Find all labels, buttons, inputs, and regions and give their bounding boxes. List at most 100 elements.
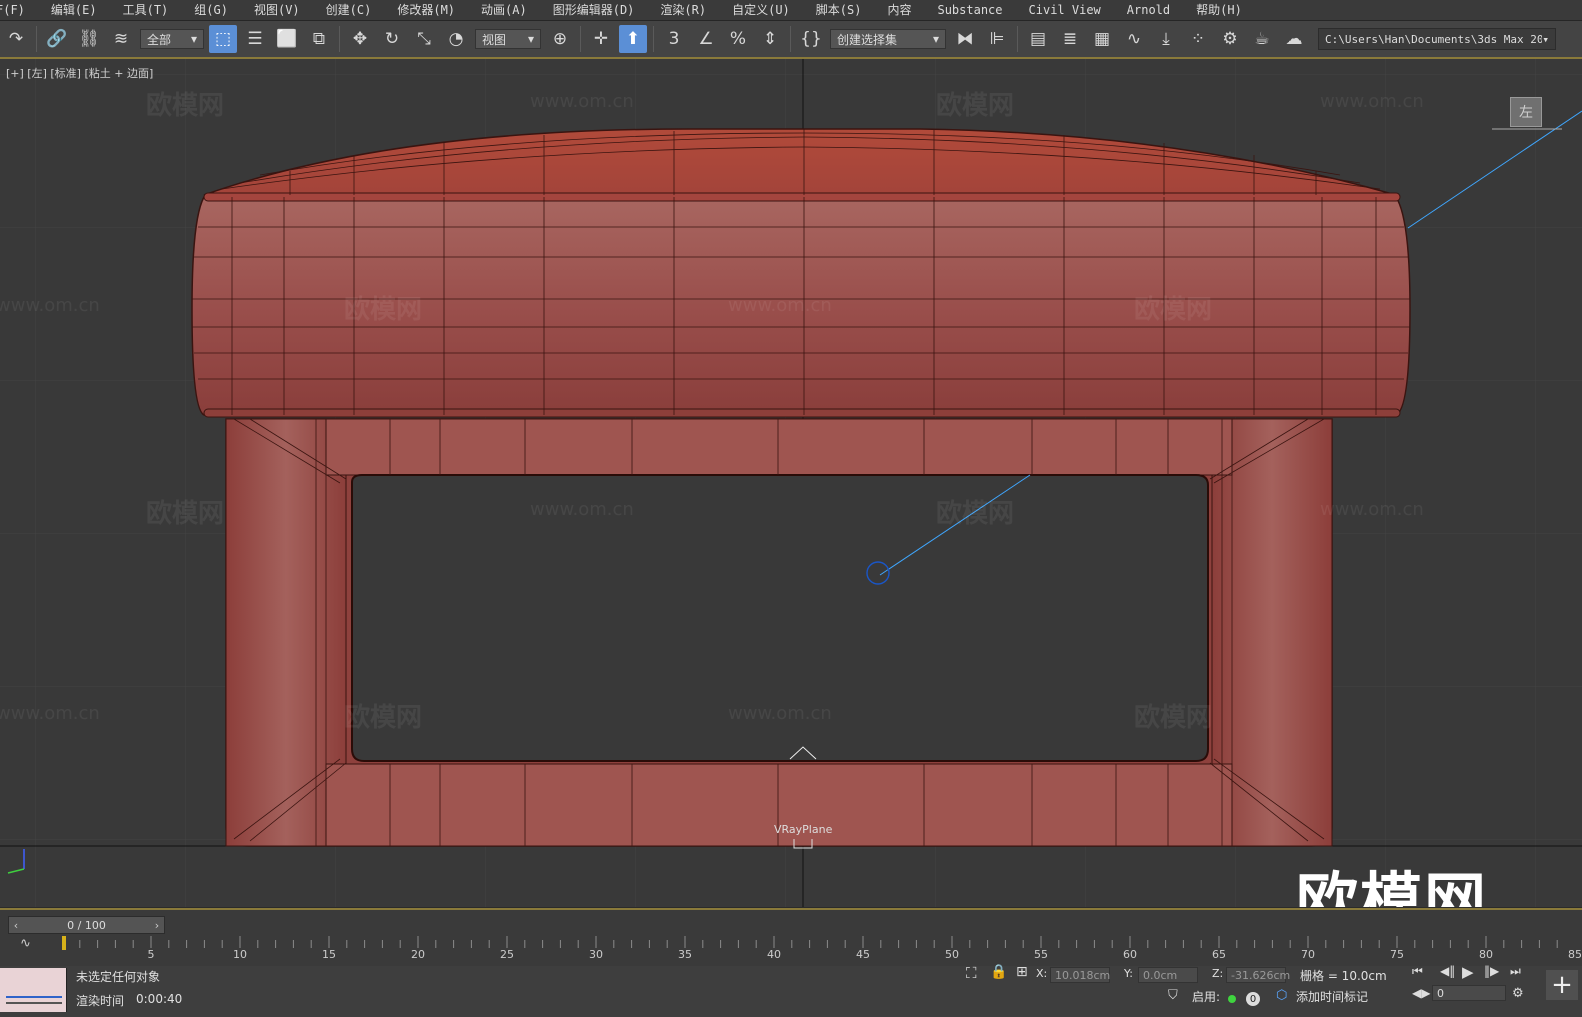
- layer-explorer-icon[interactable]: ≣: [1056, 25, 1084, 53]
- menu-item[interactable]: 编辑(E): [37, 0, 109, 20]
- watermark-logo: 欧模网: [344, 295, 423, 325]
- material-editor-icon[interactable]: ⁘: [1184, 25, 1212, 53]
- watermark-logo: 欧模网: [146, 499, 225, 529]
- add-button[interactable]: +: [1546, 970, 1578, 1000]
- schematic-view-icon[interactable]: ⤓: [1152, 25, 1180, 53]
- menu-item[interactable]: 图形编辑器(D): [539, 0, 647, 20]
- keyboard-shortcut-override-icon[interactable]: ⬆: [619, 25, 647, 53]
- goto-start-icon[interactable]: ⏮: [1412, 964, 1423, 979]
- align-icon[interactable]: ⊫: [983, 25, 1011, 53]
- time-cursor[interactable]: [62, 936, 66, 950]
- watermark-url: www.om.cn: [530, 499, 634, 520]
- menu-item[interactable]: 渲染(R): [646, 0, 718, 20]
- menu-item[interactable]: Civil View: [1015, 0, 1113, 20]
- menu-item[interactable]: 修改器(M): [383, 0, 467, 20]
- next-frame-icon[interactable]: ‖▶: [1484, 964, 1499, 978]
- curve-editor-icon[interactable]: ∿: [1120, 25, 1148, 53]
- menu-item[interactable]: F(F): [0, 0, 37, 20]
- chevron-right-icon[interactable]: ›: [150, 919, 164, 932]
- menu-item[interactable]: 帮助(H): [1182, 0, 1254, 20]
- rect-region-icon[interactable]: ⬜: [273, 25, 301, 53]
- enable-count-badge[interactable]: 0: [1246, 992, 1260, 1006]
- menu-item[interactable]: Substance: [923, 0, 1014, 20]
- frame-display: 0 / 100: [67, 918, 106, 932]
- goto-end-icon[interactable]: ⏭: [1510, 964, 1521, 979]
- viewport-canvas: [0, 59, 1582, 907]
- bind-spacewarp-icon[interactable]: ≋: [107, 25, 135, 53]
- watermark-url: www.om.cn: [530, 91, 634, 112]
- menu-item[interactable]: 组(G): [180, 0, 240, 20]
- render-icon[interactable]: ☁: [1280, 25, 1308, 53]
- mirror-icon[interactable]: ⧓: [951, 25, 979, 53]
- menu-item[interactable]: Arnold: [1113, 0, 1182, 20]
- menu-item[interactable]: 脚本(S): [802, 0, 874, 20]
- move-icon[interactable]: ✥: [346, 25, 374, 53]
- scale-icon[interactable]: ⤡: [410, 25, 438, 53]
- lock-icon[interactable]: 🔒: [990, 964, 1007, 980]
- watermark-logo: 欧模网: [1134, 703, 1213, 733]
- z-coord-field[interactable]: -31.626cm: [1226, 967, 1290, 983]
- window-crossing-icon[interactable]: ⧉: [305, 25, 333, 53]
- viewport-label[interactable]: [+] [左] [标准] [粘土 + 边面]: [6, 65, 153, 81]
- key-mode-icon[interactable]: ◀▶: [1412, 986, 1430, 1000]
- percent-snap-icon[interactable]: %: [724, 25, 752, 53]
- y-coord-field[interactable]: 0.0cm: [1138, 967, 1198, 983]
- select-manipulate-icon[interactable]: ◔: [442, 25, 470, 53]
- scene-explorer-icon[interactable]: ▤: [1024, 25, 1052, 53]
- pivot-icon[interactable]: ⊕: [546, 25, 574, 53]
- snap-toggle-icon[interactable]: 3: [660, 25, 688, 53]
- mini-curve-editor-icon[interactable]: ∿: [20, 936, 31, 951]
- angle-snap-icon[interactable]: ∠: [692, 25, 720, 53]
- chevron-left-icon[interactable]: ‹: [9, 919, 23, 932]
- toggle-ribbon-icon[interactable]: ▦: [1088, 25, 1116, 53]
- chevron-down-icon: ▾: [527, 32, 534, 46]
- toolbar-separator: [36, 26, 37, 52]
- current-frame-spinner[interactable]: 0: [1432, 985, 1506, 1001]
- selection-filter-value: 全部: [147, 32, 172, 47]
- redo-icon[interactable]: ↷: [2, 25, 30, 53]
- named-selection-set-dropdown[interactable]: 创建选择集 ▾: [830, 29, 946, 49]
- shield-icon[interactable]: ⛉: [1168, 988, 1178, 1003]
- left-viewport[interactable]: [+] [左] [标准] [粘土 + 边面] 欧模网 www.om.cn 欧模网…: [0, 59, 1582, 907]
- timeline-tick-label: 10: [233, 948, 247, 961]
- named-selection-icon[interactable]: {}: [797, 25, 825, 53]
- time-slider[interactable]: ‹ 0 / 100 ›: [8, 916, 165, 934]
- timeline-tick-label: 15: [322, 948, 336, 961]
- spinner-snap-icon[interactable]: ⇕: [756, 25, 784, 53]
- time-tag-icon[interactable]: ⬡: [1276, 988, 1287, 1003]
- menu-item[interactable]: 动画(A): [467, 0, 539, 20]
- isolate-selection-icon[interactable]: ⛶: [966, 964, 977, 982]
- menu-item[interactable]: 工具(T): [109, 0, 181, 20]
- time-track[interactable]: 5 10 15 20 25 30 35 40 45 50 55 60 65 70 75 80 85: [62, 936, 1582, 964]
- object-label-vrayplane[interactable]: VRayPlane: [774, 823, 832, 836]
- time-config-icon[interactable]: ⚙: [1512, 986, 1524, 1001]
- absolute-mode-icon[interactable]: ⊞: [1016, 964, 1028, 980]
- link-icon[interactable]: 🔗: [43, 25, 71, 53]
- menu-item[interactable]: 自定义(U): [718, 0, 802, 20]
- selection-filter-dropdown[interactable]: 全部 ▾: [140, 29, 204, 49]
- timeline: ‹ 0 / 100 › ∿ 5 10 15 20 25 30 35 40 45 50 55 60 65 7…: [0, 908, 1582, 966]
- previous-frame-icon[interactable]: ◀‖: [1440, 964, 1455, 978]
- manipulate-icon[interactable]: ✛: [587, 25, 615, 53]
- menu-item[interactable]: 内容: [873, 0, 923, 20]
- menu-item[interactable]: 视图(V): [240, 0, 312, 20]
- watermark-url: www.om.cn: [0, 703, 100, 724]
- main-toolbar: ↷ 🔗 ⛓ ≋ 全部 ▾ ⬚ ☰ ⬜ ⧉ ✥ ↻ ⤡ ◔ 视图 ▾ ⊕ ✛ ⬆ 3 …: [0, 21, 1582, 59]
- select-by-name-icon[interactable]: ☰: [241, 25, 269, 53]
- viewcube[interactable]: 左: [1510, 97, 1542, 127]
- timeline-tick-label: 65: [1212, 948, 1226, 961]
- play-icon[interactable]: ▶: [1462, 963, 1474, 981]
- y-label: Y:: [1124, 967, 1133, 980]
- unlink-icon[interactable]: ⛓: [75, 25, 103, 53]
- maxscript-listener-thumbnail[interactable]: [0, 968, 67, 1012]
- watermark-url: www.om.cn: [0, 295, 100, 316]
- rendered-frame-icon[interactable]: ☕: [1248, 25, 1276, 53]
- reference-coord-dropdown[interactable]: 视图 ▾: [475, 29, 541, 49]
- x-coord-field[interactable]: 10.018cm: [1050, 967, 1110, 983]
- menu-item[interactable]: 创建(C): [312, 0, 384, 20]
- render-setup-icon[interactable]: ⚙: [1216, 25, 1244, 53]
- rotate-icon[interactable]: ↻: [378, 25, 406, 53]
- select-object-icon[interactable]: ⬚: [209, 25, 237, 53]
- add-time-tag-label[interactable]: 添加时间标记: [1296, 988, 1368, 1005]
- project-path-field[interactable]: C:\Users\Han\Documents\3ds Max 2022 ▾: [1318, 28, 1556, 50]
